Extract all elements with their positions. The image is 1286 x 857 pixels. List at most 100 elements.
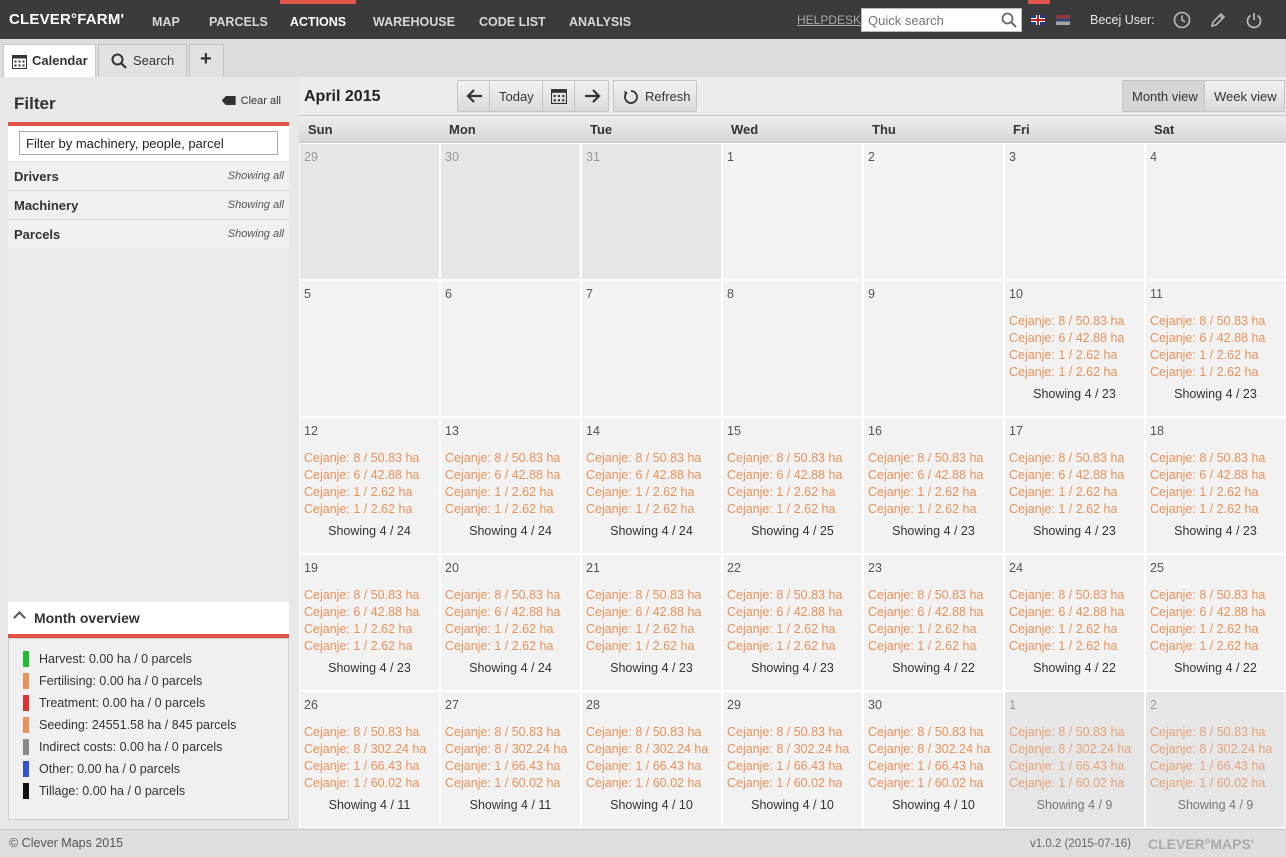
calendar-event[interactable]: Cejanje: 1 / 2.62 ha xyxy=(586,622,694,636)
showing-count-link[interactable]: Showing 4 / 23 xyxy=(1005,524,1144,538)
calendar-event[interactable]: Cejanje: 1 / 2.62 ha xyxy=(727,502,835,516)
showing-count-link[interactable]: Showing 4 / 23 xyxy=(1146,387,1285,401)
showing-count-link[interactable]: Showing 4 / 24 xyxy=(441,661,580,675)
day-cell[interactable]: 30 xyxy=(440,143,581,280)
calendar-event[interactable]: Cejanje: 1 / 2.62 ha xyxy=(1150,639,1258,653)
refresh-button[interactable]: Refresh xyxy=(613,80,697,112)
day-cell[interactable]: 15 Cejanje: 8 / 50.83 ha Cejanje: 6 / 42.8… xyxy=(722,417,863,554)
calendar-event[interactable]: Cejanje: 6 / 42.88 ha xyxy=(727,468,842,482)
clear-all-button[interactable]: Clear all xyxy=(221,95,281,107)
day-cell[interactable]: 23 Cejanje: 8 / 50.83 ha Cejanje: 6 / 42.8… xyxy=(863,554,1004,691)
date-picker-button[interactable] xyxy=(542,80,575,112)
calendar-event[interactable]: Cejanje: 1 / 60.02 ha xyxy=(727,776,842,790)
nav-analysis[interactable]: ANALYSIS xyxy=(569,0,631,39)
calendar-event[interactable]: Cejanje: 1 / 2.62 ha xyxy=(586,639,694,653)
calendar-event[interactable]: Cejanje: 8 / 50.83 ha xyxy=(586,588,701,602)
showing-count-link[interactable]: Showing 4 / 10 xyxy=(723,798,862,812)
showing-count-link[interactable]: Showing 4 / 23 xyxy=(300,661,439,675)
day-cell[interactable]: 29 xyxy=(299,143,440,280)
showing-count-link[interactable]: Showing 4 / 24 xyxy=(441,524,580,538)
showing-count-link[interactable]: Showing 4 / 23 xyxy=(723,661,862,675)
calendar-event[interactable]: Cejanje: 6 / 42.88 ha xyxy=(1150,468,1265,482)
today-button[interactable]: Today xyxy=(489,80,543,112)
day-cell[interactable]: 14 Cejanje: 8 / 50.83 ha Cejanje: 6 / 42.8… xyxy=(581,417,722,554)
day-cell[interactable]: 22 Cejanje: 8 / 50.83 ha Cejanje: 6 / 42.8… xyxy=(722,554,863,691)
calendar-event[interactable]: Cejanje: 1 / 2.62 ha xyxy=(1150,485,1258,499)
calendar-event[interactable]: Cejanje: 1 / 2.62 ha xyxy=(868,622,976,636)
day-cell[interactable]: 21 Cejanje: 8 / 50.83 ha Cejanje: 6 / 42.8… xyxy=(581,554,722,691)
day-cell[interactable]: 8 xyxy=(722,280,863,417)
nav-parcels[interactable]: PARCELS xyxy=(209,0,268,39)
calendar-event[interactable]: Cejanje: 1 / 2.62 ha xyxy=(868,502,976,516)
calendar-event[interactable]: Cejanje: 8 / 50.83 ha xyxy=(1009,451,1124,465)
helpdesk-link[interactable]: HELPDESK xyxy=(797,13,861,27)
calendar-event[interactable]: Cejanje: 6 / 42.88 ha xyxy=(304,468,419,482)
calendar-event[interactable]: Cejanje: 8 / 302.24 ha xyxy=(304,742,426,756)
calendar-event[interactable]: Cejanje: 1 / 2.62 ha xyxy=(1009,622,1117,636)
calendar-event[interactable]: Cejanje: 1 / 2.62 ha xyxy=(1150,348,1258,362)
previous-month-button[interactable] xyxy=(457,80,490,112)
calendar-event[interactable]: Cejanje: 6 / 42.88 ha xyxy=(1009,605,1124,619)
calendar-event[interactable]: Cejanje: 1 / 2.62 ha xyxy=(868,639,976,653)
day-cell[interactable]: 13 Cejanje: 8 / 50.83 ha Cejanje: 6 / 42.8… xyxy=(440,417,581,554)
calendar-event[interactable]: Cejanje: 8 / 50.83 ha xyxy=(304,588,419,602)
calendar-event[interactable]: Cejanje: 8 / 50.83 ha xyxy=(1150,725,1265,739)
calendar-event[interactable]: Cejanje: 8 / 50.83 ha xyxy=(1150,314,1265,328)
calendar-event[interactable]: Cejanje: 6 / 42.88 ha xyxy=(586,605,701,619)
calendar-event[interactable]: Cejanje: 6 / 42.88 ha xyxy=(1009,331,1124,345)
calendar-event[interactable]: Cejanje: 1 / 2.62 ha xyxy=(586,485,694,499)
next-month-button[interactable] xyxy=(574,80,609,112)
search-icon[interactable] xyxy=(1001,12,1017,31)
calendar-event[interactable]: Cejanje: 1 / 2.62 ha xyxy=(1009,485,1117,499)
day-cell[interactable]: 27 Cejanje: 8 / 50.83 ha Cejanje: 8 / 302.… xyxy=(440,691,581,828)
nav-actions[interactable]: ACTIONS xyxy=(280,0,356,39)
showing-count-link[interactable]: Showing 4 / 22 xyxy=(1146,661,1285,675)
nav-map[interactable]: MAP xyxy=(152,0,180,39)
calendar-event[interactable]: Cejanje: 8 / 50.83 ha xyxy=(868,588,983,602)
calendar-event[interactable]: Cejanje: 8 / 50.83 ha xyxy=(727,588,842,602)
day-cell[interactable]: 5 xyxy=(299,280,440,417)
calendar-event[interactable]: Cejanje: 1 / 66.43 ha xyxy=(586,759,701,773)
day-cell[interactable]: 6 xyxy=(440,280,581,417)
calendar-event[interactable]: Cejanje: 1 / 60.02 ha xyxy=(868,776,983,790)
day-cell[interactable]: 18 Cejanje: 8 / 50.83 ha Cejanje: 6 / 42.8… xyxy=(1145,417,1286,554)
showing-count-link[interactable]: Showing 4 / 11 xyxy=(441,798,580,812)
day-cell[interactable]: 26 Cejanje: 8 / 50.83 ha Cejanje: 8 / 302.… xyxy=(299,691,440,828)
add-tab-button[interactable]: + xyxy=(189,44,224,77)
day-cell[interactable]: 20 Cejanje: 8 / 50.83 ha Cejanje: 6 / 42.8… xyxy=(440,554,581,691)
showing-count-link[interactable]: Showing 4 / 23 xyxy=(582,661,721,675)
calendar-event[interactable]: Cejanje: 1 / 2.62 ha xyxy=(1150,365,1258,379)
calendar-event[interactable]: Cejanje: 8 / 50.83 ha xyxy=(868,451,983,465)
calendar-event[interactable]: Cejanje: 6 / 42.88 ha xyxy=(445,605,560,619)
calendar-event[interactable]: Cejanje: 1 / 2.62 ha xyxy=(586,502,694,516)
calendar-event[interactable]: Cejanje: 8 / 302.24 ha xyxy=(727,742,849,756)
calendar-event[interactable]: Cejanje: 8 / 50.83 ha xyxy=(304,451,419,465)
day-cell[interactable]: 19 Cejanje: 8 / 50.83 ha Cejanje: 6 / 42.8… xyxy=(299,554,440,691)
showing-count-link[interactable]: Showing 4 / 24 xyxy=(582,524,721,538)
pencil-icon[interactable] xyxy=(1209,11,1227,32)
calendar-event[interactable]: Cejanje: 1 / 2.62 ha xyxy=(1150,622,1258,636)
calendar-event[interactable]: Cejanje: 8 / 302.24 ha xyxy=(1009,742,1131,756)
calendar-event[interactable]: Cejanje: 8 / 50.83 ha xyxy=(1009,314,1124,328)
calendar-event[interactable]: Cejanje: 8 / 50.83 ha xyxy=(445,451,560,465)
calendar-event[interactable]: Cejanje: 1 / 2.62 ha xyxy=(1009,502,1117,516)
day-cell[interactable]: 16 Cejanje: 8 / 50.83 ha Cejanje: 6 / 42.8… xyxy=(863,417,1004,554)
calendar-event[interactable]: Cejanje: 8 / 50.83 ha xyxy=(586,725,701,739)
day-cell[interactable]: 24 Cejanje: 8 / 50.83 ha Cejanje: 6 / 42.8… xyxy=(1004,554,1145,691)
uk-flag-icon[interactable] xyxy=(1031,15,1045,25)
showing-count-link[interactable]: Showing 4 / 24 xyxy=(300,524,439,538)
day-cell[interactable]: 28 Cejanje: 8 / 50.83 ha Cejanje: 8 / 302.… xyxy=(581,691,722,828)
calendar-event[interactable]: Cejanje: 8 / 50.83 ha xyxy=(1009,725,1124,739)
calendar-event[interactable]: Cejanje: 8 / 50.83 ha xyxy=(304,725,419,739)
calendar-event[interactable]: Cejanje: 8 / 50.83 ha xyxy=(727,451,842,465)
clock-icon[interactable] xyxy=(1173,11,1191,32)
nav-warehouse[interactable]: WAREHOUSE xyxy=(373,0,455,39)
showing-count-link[interactable]: Showing 4 / 9 xyxy=(1005,798,1144,812)
calendar-event[interactable]: Cejanje: 1 / 2.62 ha xyxy=(304,622,412,636)
day-cell[interactable]: 2 xyxy=(863,143,1004,280)
calendar-event[interactable]: Cejanje: 1 / 2.62 ha xyxy=(445,622,553,636)
showing-count-link[interactable]: Showing 4 / 25 xyxy=(723,524,862,538)
calendar-event[interactable]: Cejanje: 1 / 2.62 ha xyxy=(304,485,412,499)
calendar-event[interactable]: Cejanje: 6 / 42.88 ha xyxy=(1150,331,1265,345)
calendar-event[interactable]: Cejanje: 1 / 60.02 ha xyxy=(1150,776,1265,790)
